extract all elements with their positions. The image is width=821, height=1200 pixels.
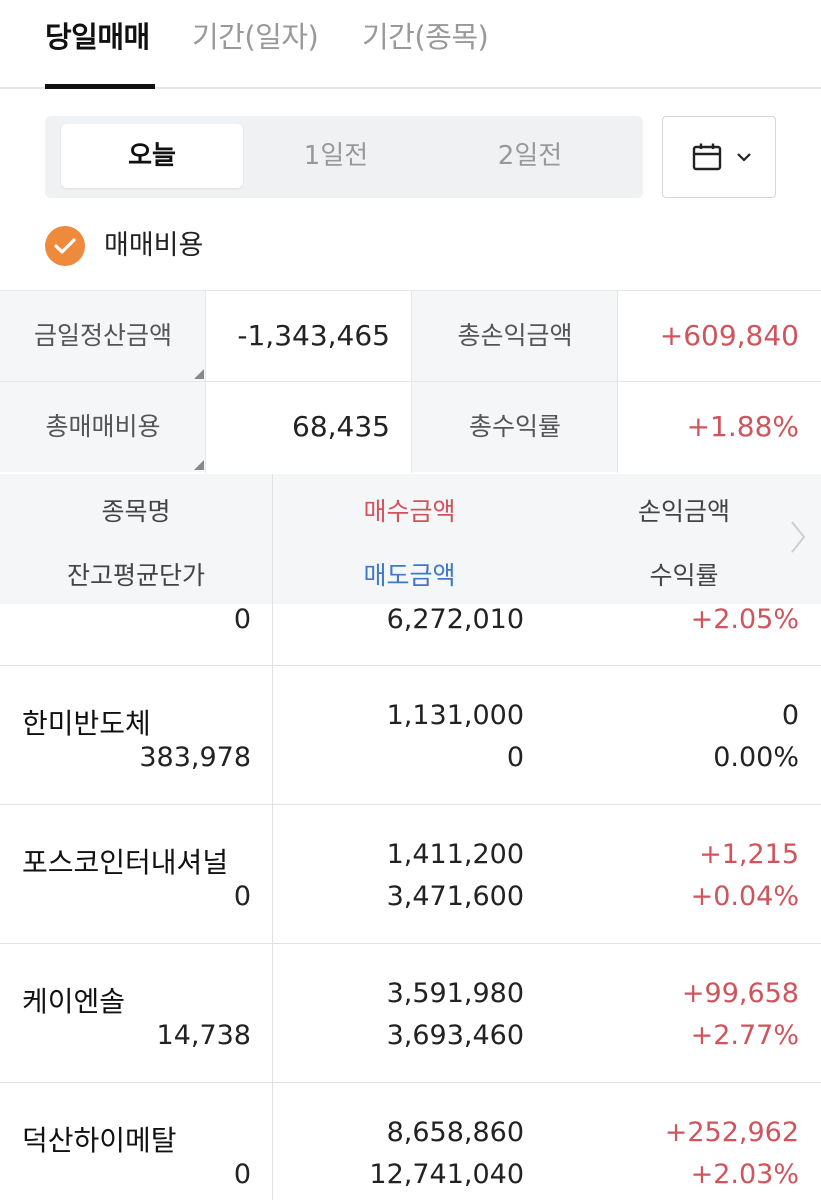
calendar-icon <box>692 143 722 171</box>
sell-amount: 6,272,010 <box>386 604 524 635</box>
table-row[interactable]: 케이엔솔 14,738 3,591,980 3,693,460 +99,658 … <box>0 944 821 1083</box>
total-pl-value: +609,840 <box>618 291 821 381</box>
divider <box>411 291 412 473</box>
pl-amount: 0 <box>781 700 799 731</box>
total-fee-label[interactable]: 총매매비용 <box>0 382 206 472</box>
buy-amount: 8,658,860 <box>386 1117 524 1148</box>
return-rate: 0.00% <box>713 742 799 773</box>
trade-table-body: 0 6,272,010 +2.05% 한미반도체 383,978 1,131,0… <box>0 604 821 1200</box>
segment-2-days-ago[interactable]: 2일전 <box>437 124 623 188</box>
total-pl-label: 총손익금액 <box>412 291 618 381</box>
avg-price: 0 <box>233 881 251 912</box>
col-buy-amount: 매수금액 <box>363 497 456 526</box>
tab-period-by-date[interactable]: 기간(일자) <box>192 14 319 56</box>
divider <box>272 805 273 943</box>
tab-period-by-stock[interactable]: 기간(종목) <box>362 14 489 56</box>
sell-amount: 12,741,040 <box>369 1159 524 1190</box>
stock-name: 케이엔솔 <box>22 985 126 1018</box>
trading-fee-checkbox[interactable] <box>45 226 85 266</box>
calendar-button[interactable] <box>662 116 776 198</box>
return-rate: +2.05% <box>690 604 799 635</box>
summary-grid: 금일정산금액 -1,343,465 총손익금액 +609,840 총매매비용 6… <box>0 290 821 473</box>
table-row[interactable]: 0 6,272,010 +2.05% <box>0 604 821 666</box>
divider <box>205 291 206 473</box>
sell-amount: 3,693,460 <box>386 1020 524 1051</box>
col-return-rate: 수익률 <box>649 561 719 590</box>
table-header: 종목명 매수금액 손익금액 잔고평균단가 매도금액 수익률 <box>0 474 821 604</box>
divider <box>272 1083 273 1200</box>
settle-amount-value: -1,343,465 <box>206 291 412 381</box>
settle-amount-label[interactable]: 금일정산금액 <box>0 291 206 381</box>
buy-amount: 3,591,980 <box>386 978 524 1009</box>
total-fee-value: 68,435 <box>206 382 412 472</box>
day-segment-control: 오늘 1일전 2일전 <box>45 116 643 198</box>
sell-amount: 3,471,600 <box>386 881 524 912</box>
segment-today[interactable]: 오늘 <box>61 124 243 188</box>
col-sell-amount: 매도금액 <box>363 561 456 590</box>
total-rate-value: +1.88% <box>618 382 821 472</box>
chevron-right-icon[interactable] <box>789 520 807 554</box>
stock-name: 덕산하이메탈 <box>22 1124 177 1157</box>
return-rate: +2.03% <box>690 1159 799 1190</box>
return-rate: +0.04% <box>690 881 799 912</box>
avg-price: 0 <box>233 1159 251 1190</box>
col-pl-amount: 손익금액 <box>637 497 730 526</box>
divider <box>617 291 618 473</box>
table-row[interactable]: 덕산하이메탈 0 8,658,860 12,741,040 +252,962 +… <box>0 1083 821 1200</box>
buy-amount: 1,131,000 <box>386 700 524 731</box>
col-stock-name: 종목명 <box>101 497 171 526</box>
col-avg-price: 잔고평균단가 <box>66 561 205 590</box>
pl-amount: +1,215 <box>699 839 799 870</box>
divider <box>272 666 273 804</box>
segment-1-day-ago[interactable]: 1일전 <box>243 124 429 188</box>
table-row[interactable]: 한미반도체 383,978 1,131,000 0 0 0.00% <box>0 666 821 805</box>
table-row[interactable]: 포스코인터내셔널 0 1,411,200 3,471,600 +1,215 +0… <box>0 805 821 944</box>
trading-fee-label: 매매비용 <box>104 230 204 261</box>
top-tab-bar: 당일매매 기간(일자) 기간(종목) <box>0 0 821 90</box>
info-corner-icon <box>194 369 204 379</box>
chevron-down-icon <box>737 153 751 162</box>
info-corner-icon <box>194 460 204 470</box>
return-rate: +2.77% <box>690 1020 799 1051</box>
avg-price: 383,978 <box>139 742 251 773</box>
divider <box>272 604 273 665</box>
buy-amount: 1,411,200 <box>386 839 524 870</box>
active-tab-indicator <box>45 84 155 89</box>
stock-name: 한미반도체 <box>22 707 151 740</box>
checkmark-icon <box>54 238 76 254</box>
total-rate-label: 총수익률 <box>412 382 618 472</box>
avg-price: 0 <box>233 604 251 635</box>
pl-amount: +252,962 <box>664 1117 799 1148</box>
sell-amount: 0 <box>506 742 524 773</box>
pl-amount: +99,658 <box>681 978 799 1009</box>
avg-price: 14,738 <box>156 1020 251 1051</box>
tab-today-trades[interactable]: 당일매매 <box>45 14 150 56</box>
divider <box>272 944 273 1082</box>
stock-name: 포스코인터내셔널 <box>22 846 229 879</box>
